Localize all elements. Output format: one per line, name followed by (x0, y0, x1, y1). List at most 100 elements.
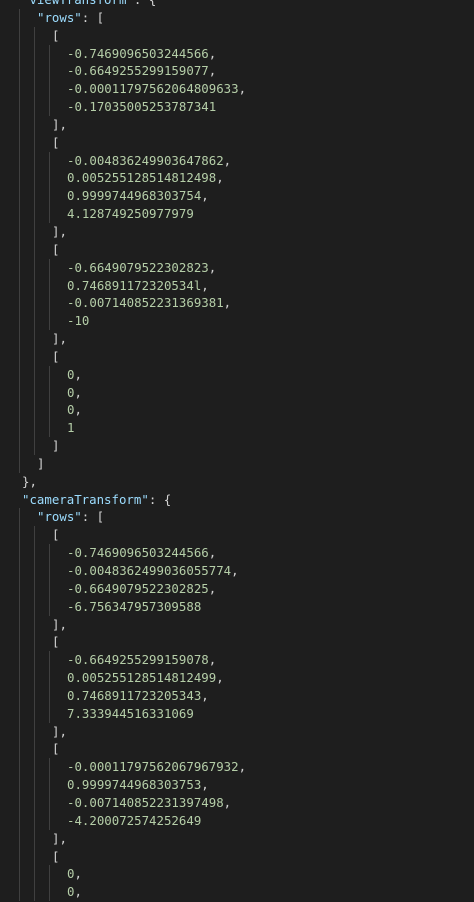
code-text: 0.9999744968303753, (67, 776, 209, 794)
code-line[interactable]: -4.200072574252649 (0, 811, 474, 830)
code-line[interactable]: 4.128749250977979 (0, 205, 474, 223)
code-line[interactable]: -0.7469096503244566, (0, 44, 474, 63)
indent-guide (19, 562, 20, 580)
code-line[interactable]: -0.007140852231397498, (0, 793, 474, 812)
code-line[interactable]: [ (0, 133, 474, 152)
json-number: -0.6649255299159078 (67, 652, 209, 668)
indent-guide (49, 401, 50, 420)
indent-guide (34, 562, 35, 580)
code-line[interactable]: "rows": [ (0, 8, 474, 27)
code-line[interactable]: -0.007140852231369381, (0, 294, 474, 313)
code-line[interactable]: 0, (0, 401, 474, 420)
json-punctuation: , (223, 152, 232, 168)
code-line[interactable]: ], (0, 722, 474, 741)
code-line[interactable]: }, (0, 473, 474, 491)
code-line[interactable]: "rows": [ (0, 508, 474, 527)
json-punctuation: }, (22, 473, 37, 489)
code-line[interactable]: ] (0, 437, 474, 455)
indent-guide (34, 597, 35, 616)
code-line[interactable]: -0.17035005253787341 (0, 98, 474, 116)
code-line[interactable]: -0.6649255299159077, (0, 62, 474, 81)
indent-guide (34, 98, 35, 116)
code-line[interactable]: 0.005255128514812498, (0, 169, 474, 188)
code-line[interactable]: -0.00011797562064809633, (0, 80, 474, 99)
code-line[interactable]: [ (0, 26, 474, 45)
code-line[interactable]: -0.6649255299159078, (0, 651, 474, 670)
code-line[interactable]: ] (0, 454, 474, 473)
json-punctuation: [ (52, 348, 60, 364)
code-line[interactable]: 0.005255128514812499, (0, 669, 474, 687)
code-line[interactable]: -0.6649079522302825, (0, 579, 474, 598)
code-line[interactable]: 0.746891172320534l, (0, 276, 474, 295)
code-line[interactable]: [ (0, 847, 474, 866)
code-line[interactable]: -0.0048362499036055774, (0, 562, 474, 580)
indent-guide (49, 793, 50, 812)
indent-guide (19, 187, 20, 206)
code-editor[interactable]: "viewTransform": {"rows": [[-0.746909650… (0, 0, 474, 902)
code-line[interactable]: 0.746891172320534З, (0, 686, 474, 705)
code-line[interactable]: 0, (0, 883, 474, 902)
indent-guide (34, 383, 35, 402)
indent-guide (19, 133, 20, 152)
indent-guide (34, 62, 35, 81)
code-line[interactable]: 0, (0, 383, 474, 402)
code-text: 0, (67, 366, 82, 384)
code-line[interactable]: 0.9999744968303754, (0, 187, 474, 206)
code-line[interactable]: "viewTransform": { (0, 0, 474, 9)
code-line[interactable]: -10 (0, 312, 474, 331)
json-number: -0.6649255299159077 (67, 63, 209, 79)
code-line[interactable]: [ (0, 240, 474, 259)
indent-guide (34, 579, 35, 598)
code-text: -0.7469096503244566, (67, 45, 216, 63)
code-line[interactable]: 7.333944516331069 (0, 704, 474, 723)
code-line[interactable]: -0.6649079522302823, (0, 258, 474, 277)
code-line[interactable]: 1 (0, 419, 474, 438)
code-line[interactable]: -0.004836249903647862, (0, 151, 474, 170)
code-line[interactable]: "cameraTransform": { (0, 491, 474, 509)
json-punctuation: : [ (81, 509, 105, 525)
indent-guide (19, 205, 20, 223)
json-number: 0.9999744968303753 (67, 777, 202, 793)
code-text: 0.746891172320534З, (67, 687, 209, 705)
json-punctuation: ], (52, 331, 67, 347)
code-line[interactable]: ], (0, 615, 474, 634)
code-line[interactable]: 0, (0, 865, 474, 884)
json-punctuation: ], (52, 616, 67, 632)
indent-guide (19, 80, 20, 99)
indent-guide (49, 44, 50, 63)
code-line[interactable]: 0, (0, 365, 474, 384)
code-line[interactable]: [ (0, 526, 474, 545)
code-text: -0.17035005253787341 (67, 98, 216, 116)
json-number: -0.17035005253787341 (67, 99, 217, 115)
indent-guide (49, 811, 50, 830)
code-line[interactable]: [ (0, 633, 474, 652)
json-punctuation: , (74, 866, 82, 882)
indent-guide (19, 579, 20, 598)
code-line[interactable]: -6.756347957309588 (0, 597, 474, 616)
json-punctuation: , (216, 170, 224, 186)
code-line[interactable]: 0.9999744968303753, (0, 776, 474, 794)
code-text: "viewTransform": { (22, 0, 156, 9)
indent-guide (49, 205, 50, 223)
code-text: 0, (67, 883, 82, 901)
code-text: -0.007140852231397498, (67, 794, 231, 812)
code-line[interactable]: ], (0, 829, 474, 848)
json-number: 1 (67, 420, 75, 436)
indent-guide (49, 312, 50, 331)
indent-guide (19, 865, 20, 884)
indent-guide (19, 544, 20, 562)
indent-guide (19, 258, 20, 277)
code-line[interactable]: -0.7469096503244566, (0, 544, 474, 562)
code-line[interactable]: -0.00011797562067967932, (0, 758, 474, 777)
indent-guide (34, 669, 35, 687)
code-text: -0.6649255299159077, (67, 62, 216, 80)
code-line[interactable]: ], (0, 330, 474, 348)
json-punctuation: , (201, 277, 209, 293)
code-line[interactable]: [ (0, 740, 474, 759)
code-line[interactable]: [ (0, 347, 474, 366)
indent-guide (19, 151, 20, 170)
code-line[interactable]: ], (0, 115, 474, 134)
code-text: 0, (67, 384, 82, 402)
code-line[interactable]: ], (0, 222, 474, 241)
indent-guide (49, 276, 50, 295)
